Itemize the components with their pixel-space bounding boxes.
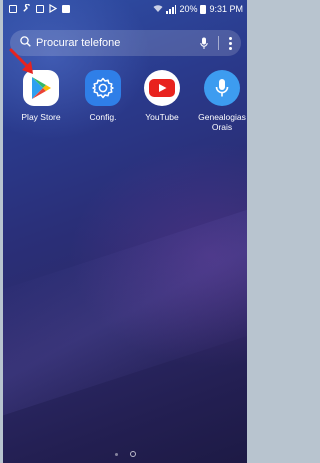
system-status: 20% 9:31 PM — [153, 4, 243, 15]
status-bar: 20% 9:31 PM — [3, 0, 247, 18]
youtube-icon — [144, 70, 180, 106]
wrench-notification-icon — [22, 2, 31, 15]
annotation-arrow-icon — [9, 48, 33, 74]
app-settings[interactable]: Config. — [74, 70, 132, 122]
app-label-settings: Config. — [89, 112, 117, 122]
page-indicator — [3, 451, 247, 457]
app-label-youtube: YouTube — [145, 112, 179, 122]
image-notification-icon — [62, 5, 70, 13]
play-notification-icon — [49, 3, 58, 15]
phone-search-bar[interactable]: Procurar telefone — [10, 30, 241, 56]
microphone-icon[interactable] — [196, 37, 212, 50]
more-options-icon[interactable] — [219, 36, 241, 50]
signal-icon — [166, 4, 177, 14]
battery-icon — [200, 4, 207, 14]
page-dot — [114, 452, 118, 456]
app-label-play-store: Play Store — [21, 112, 61, 122]
gear-icon — [85, 70, 121, 106]
notification-icons — [9, 2, 70, 15]
clock: 9:31 PM — [209, 4, 243, 14]
app-label-genealogias-orais: Genealogias Orais — [198, 112, 246, 132]
app-youtube[interactable]: YouTube — [133, 70, 191, 122]
app-genealogias-orais[interactable]: Genealogias Orais — [193, 70, 247, 132]
microphone-app-icon — [204, 70, 240, 106]
home-screen: 20% 9:31 PM Procurar telefone Play Store — [3, 0, 247, 463]
gallery-notification-icon — [9, 5, 17, 13]
document-notification-icon — [36, 5, 44, 13]
search-placeholder: Procurar telefone — [36, 37, 121, 49]
home-page-indicator-icon — [129, 451, 136, 457]
wifi-icon — [153, 4, 163, 15]
battery-percent: 20% — [179, 4, 198, 14]
